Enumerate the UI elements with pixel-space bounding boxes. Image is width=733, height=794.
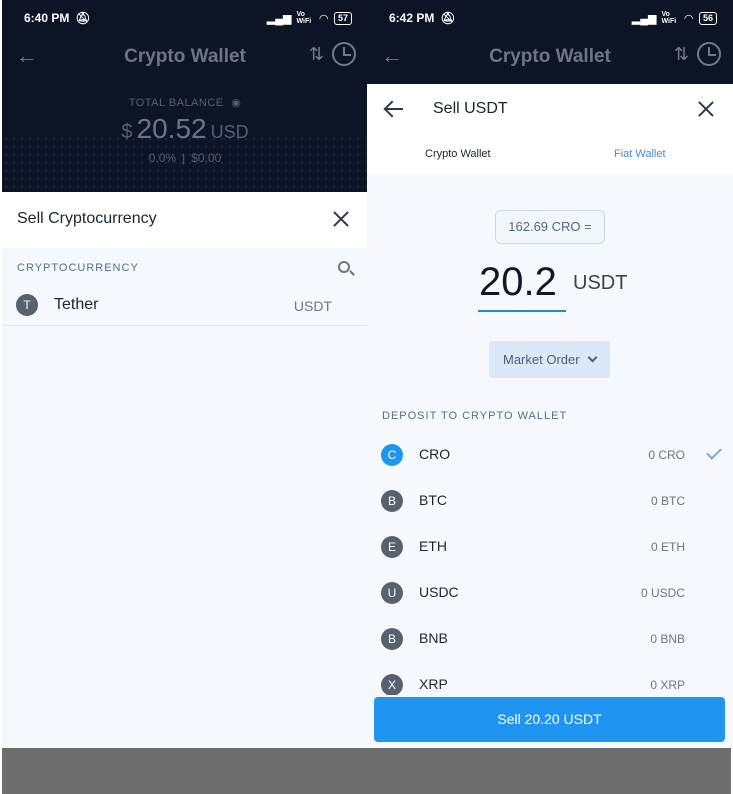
tab-fiat-wallet[interactable]: Fiat Wallet [614,148,666,160]
eth-coin-icon: E [381,536,403,558]
transfer-icon[interactable]: ⇅ [309,44,324,65]
volte-indicator: Vo WiFi [661,11,677,25]
bottom-bar [2,748,731,794]
wifi-icon: ◠ [684,12,693,25]
battery-indicator: 57 [333,11,352,25]
coin-balance: 0 USDC [640,586,685,600]
coin-name: USDC [419,584,459,600]
bell-off-icon: 🔕︎ [440,11,456,25]
sheet-title: Sell USDT [433,100,508,117]
coin-balance: 0 CRO [648,448,685,462]
order-type-label: Market Order [503,352,580,367]
list-item[interactable]: T Tether USDT [2,284,368,326]
balance-change-percent: 0.0% [148,151,177,165]
cro-coin-icon: C [381,444,403,466]
battery-indicator: 56 [698,11,717,25]
transfer-icon[interactable]: ⇅ [674,44,689,65]
order-type-dropdown[interactable]: Market Order [489,341,610,378]
coin-balance: 0 BTC [650,494,685,508]
usdc-coin-icon: U [381,582,403,604]
deposit-row-xrp[interactable]: X XRP 0 XRP [367,671,733,695]
app-header-dark: 6:40 PM 🔕︎ ▂▄▆ Vo WiFi ◠ 57 ← Crypto Wal… [2,0,368,192]
history-icon[interactable] [332,42,356,66]
history-icon[interactable] [697,42,721,66]
balance-unit: USD [210,122,249,142]
coin-name: BTC [419,492,447,508]
right-screen: 6:42 PM 🔕︎ ▂▄▆ Vo WiFi ◠ 56 ← Crypto Wal… [367,0,733,748]
status-bar: 6:40 PM 🔕︎ ▂▄▆ Vo WiFi ◠ 57 [2,0,368,36]
close-icon[interactable] [332,210,350,228]
search-icon[interactable] [338,261,350,273]
balance-label: TOTAL BALANCE [128,97,224,109]
deposit-row-cro[interactable]: C CRO 0 CRO [367,441,733,469]
coin-symbol: USDT [293,298,332,314]
signal-icon: ▂▄▆ [631,12,657,25]
wifi-icon: ◠ [319,12,328,25]
left-screen: 6:40 PM 🔕︎ ▂▄▆ Vo WiFi ◠ 57 ← Crypto Wal… [2,0,368,748]
sheet-header: Sell Cryptocurrency [2,192,368,248]
coin-name: XRP [419,676,448,692]
close-icon[interactable] [697,100,715,118]
coin-name: CRO [419,446,451,462]
sheet-body: CRYPTOCURRENCY T Tether USDT [2,248,368,748]
deposit-row-bnb[interactable]: B BNB 0 BNB [367,625,733,653]
sheet-header: Sell USDT [367,84,733,138]
back-arrow-icon[interactable] [385,101,405,117]
coin-balance: 0 XRP [650,678,685,692]
bnb-coin-icon: B [381,628,403,650]
xrp-coin-icon: X [381,674,403,695]
volte-indicator: Vo WiFi [296,11,312,25]
deposit-row-usdc[interactable]: U USDC 0 USDC [367,579,733,607]
top-bar: ← Crypto Wallet ⇅ [2,38,368,76]
status-bar: 6:42 PM 🔕︎ ▂▄▆ Vo WiFi ◠ 56 [367,0,733,36]
conversion-box[interactable]: 162.69 CRO = [495,210,605,244]
tab-crypto-wallet[interactable]: Crypto Wallet [425,148,491,160]
app-header-dark: 6:42 PM 🔕︎ ▂▄▆ Vo WiFi ◠ 56 ← Crypto Wal… [367,0,733,84]
balance-summary: TOTAL BALANCE ◉ $ 20.52 USD 0.0% | $0.00 [121,97,249,165]
btc-coin-icon: B [381,490,403,512]
balance-change-amount: $0.00 [191,151,222,165]
check-icon [706,444,722,460]
sell-button[interactable]: Sell 20.20 USDT [374,697,725,742]
eye-icon[interactable]: ◉ [231,97,241,109]
coin-name: Tether [54,296,99,313]
status-time: 6:40 PM [24,11,70,25]
balance-amount: 20.52 [136,113,207,144]
coin-name: ETH [419,538,447,554]
amount-input[interactable]: 20.2 [479,260,557,305]
signal-icon: ▂▄▆ [266,12,292,25]
amount-unit: USDT [573,272,628,294]
currency-symbol: $ [121,121,133,143]
top-bar: ← Crypto Wallet ⇅ [367,38,733,76]
chevron-down-icon [587,352,598,363]
tether-coin-icon: T [16,294,38,316]
section-label: DEPOSIT TO CRYPTO WALLET [382,410,568,422]
coin-balance: 0 ETH [650,540,685,554]
section-label: CRYPTOCURRENCY [17,262,139,274]
coin-balance: 0 BNB [650,632,685,646]
sheet-title: Sell Cryptocurrency [17,210,157,227]
bell-off-icon: 🔕︎ [75,11,91,25]
wallet-tabs: Crypto Wallet Fiat Wallet [367,138,733,174]
deposit-row-btc[interactable]: B BTC 0 BTC [367,487,733,515]
deposit-row-eth[interactable]: E ETH 0 ETH [367,533,733,561]
status-time: 6:42 PM [389,11,435,25]
amount-underline [478,310,566,312]
coin-name: BNB [419,630,448,646]
